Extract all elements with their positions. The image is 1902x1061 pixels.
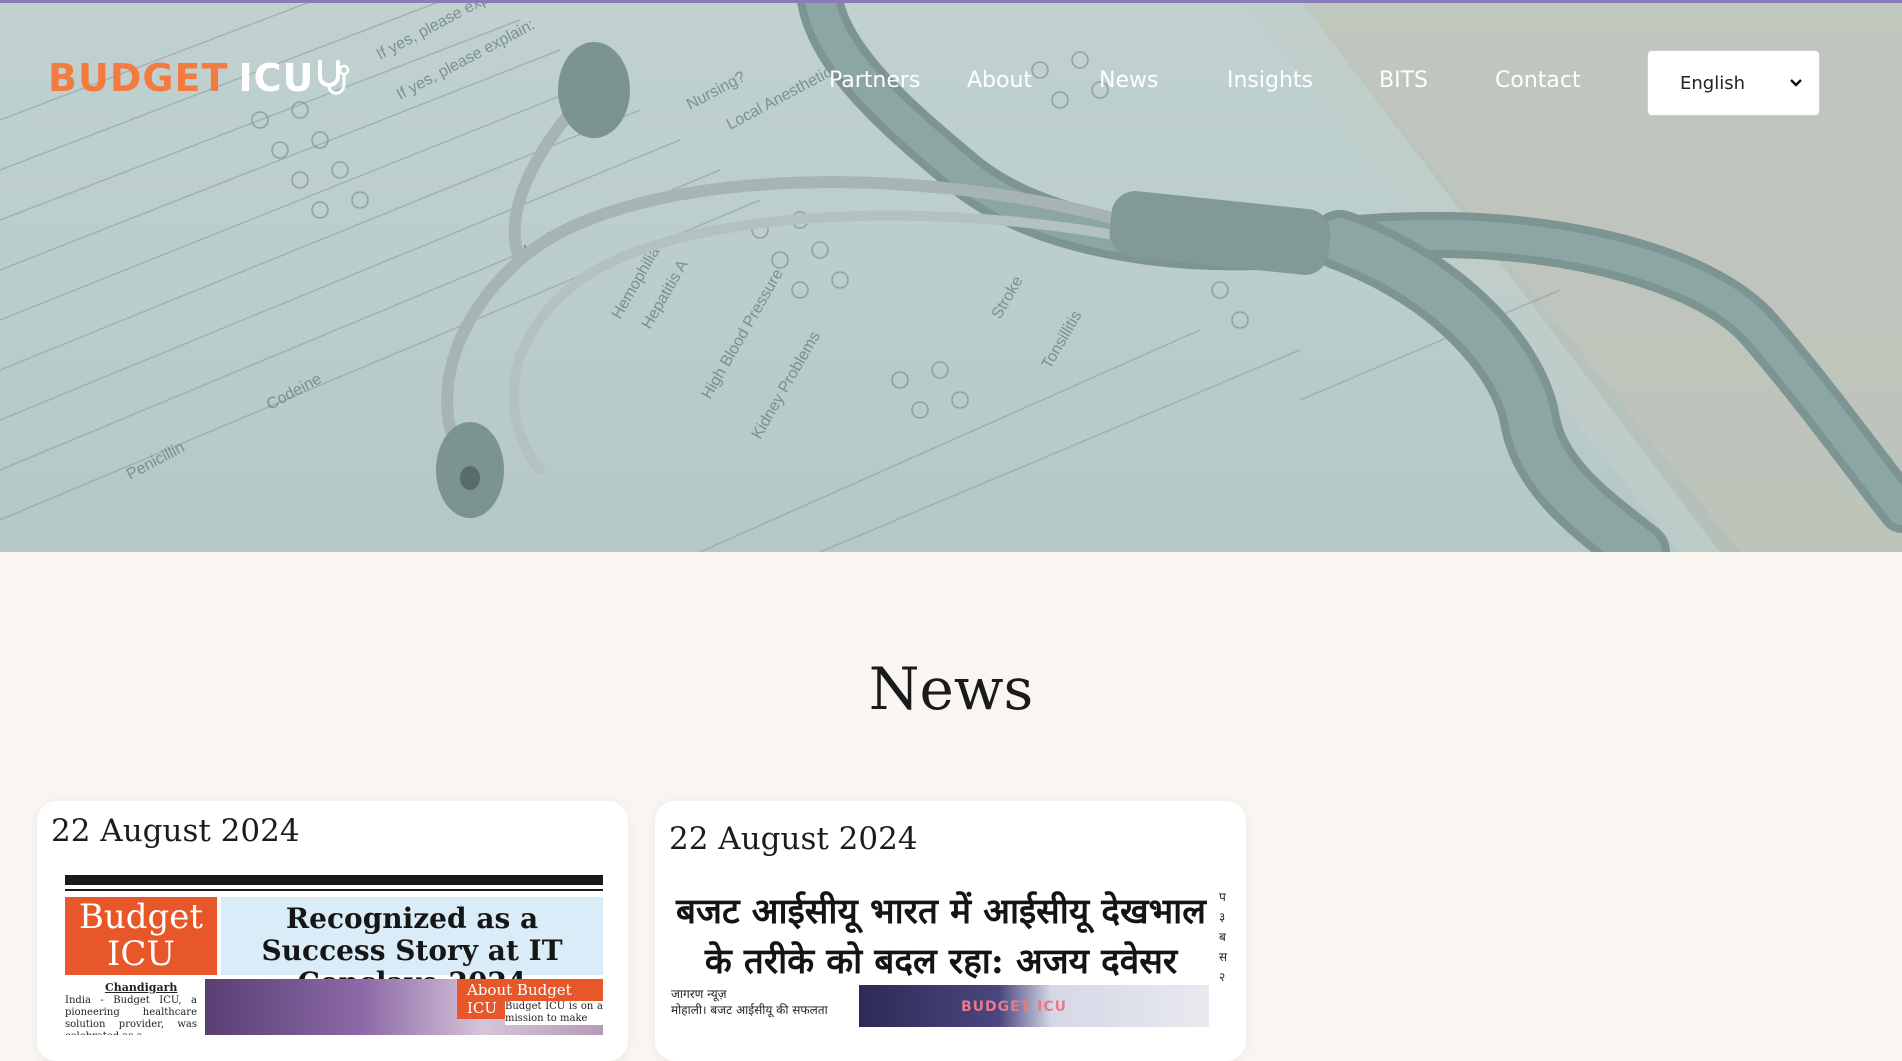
nav-link-about[interactable]: About — [967, 68, 1032, 93]
news-card[interactable]: 22 August 2024 बजट आईसीयू भारत में आईसीय… — [655, 801, 1246, 1061]
clipping-dateline: Chandigarh — [105, 981, 178, 994]
clipping-headline: Recognized as a Success Story at IT Conc… — [221, 897, 603, 999]
clipping-body-text: मोहाली। बजट आईसीयू की सफलता — [671, 1003, 828, 1017]
news-card-date: 22 August 2024 — [669, 821, 918, 857]
news-clipping-image[interactable]: बजट आईसीयू भारत में आईसीयू देखभाल के तरी… — [671, 887, 1230, 1027]
chevron-down-icon — [1790, 79, 1802, 87]
clipping-body-text: India - Budget ICU, a pioneering healthc… — [65, 995, 197, 1035]
brand-logo[interactable]: BUDGET ICU — [48, 50, 350, 100]
clipping-rule — [65, 889, 603, 891]
language-selected-value: English — [1680, 72, 1745, 94]
nav-link-news[interactable]: News — [1099, 68, 1158, 93]
nav-link-contact[interactable]: Contact — [1495, 68, 1581, 93]
news-section-title: News — [868, 655, 1034, 723]
clipping-headline: बजट आईसीयू भारत में आईसीयू देखभाल के तरी… — [676, 891, 1206, 982]
clipping-source: जागरण न्यूज़ — [671, 987, 727, 1001]
clipping-top-bar — [65, 875, 603, 885]
news-card-date: 22 August 2024 — [51, 813, 300, 849]
nav-link-partners[interactable]: Partners — [829, 68, 920, 93]
clipping-photo-logo: BUDGET ICU — [961, 999, 1067, 1015]
clipping-edge-text: प ३ ब स २ — [1219, 890, 1228, 984]
nav-link-insights[interactable]: Insights — [1227, 68, 1313, 93]
top-accent-rule — [0, 0, 1902, 3]
clipping-brand-box: Budget ICU — [65, 897, 217, 975]
nav-link-bits[interactable]: BITS — [1379, 68, 1428, 93]
news-clipping-image[interactable]: Budget ICU Recognized as a Success Story… — [65, 875, 603, 1035]
stethoscope-icon — [318, 60, 350, 95]
logo-text-icu: ICU — [238, 56, 315, 100]
clipping-about-text: Budget ICU is on a mission to make — [505, 1001, 603, 1025]
logo-text-budget: BUDGET — [48, 56, 229, 100]
news-card[interactable]: 22 August 2024 Budget ICU Recognized as … — [37, 801, 628, 1061]
language-select[interactable]: English — [1647, 50, 1820, 116]
